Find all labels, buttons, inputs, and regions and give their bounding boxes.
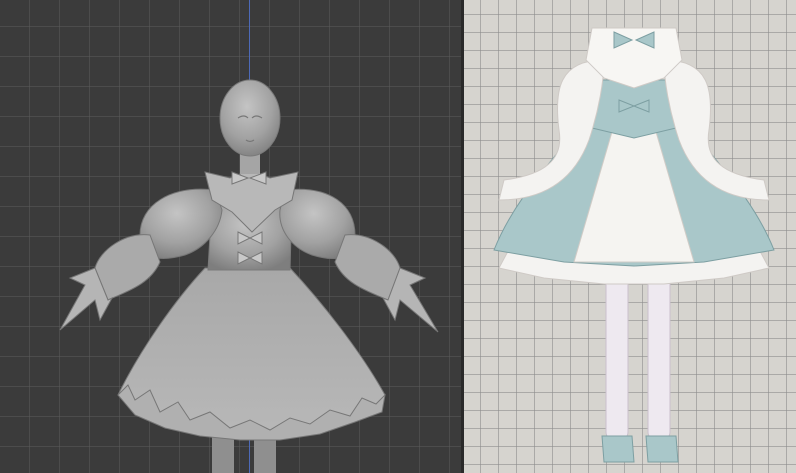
3d-viewport[interactable] xyxy=(0,0,461,473)
ref-shoe-right xyxy=(645,435,679,463)
ref-shoe-left xyxy=(601,435,635,463)
clay-model[interactable] xyxy=(0,0,461,473)
ref-leg-left xyxy=(605,269,629,441)
ref-bodice xyxy=(591,79,677,139)
ref-leg-right xyxy=(647,269,671,441)
model-cuff-left xyxy=(94,234,161,301)
costume-illustration xyxy=(493,27,775,463)
model-cuff-right xyxy=(334,234,401,301)
model-head xyxy=(219,79,281,157)
reference-image-panel xyxy=(464,0,796,473)
